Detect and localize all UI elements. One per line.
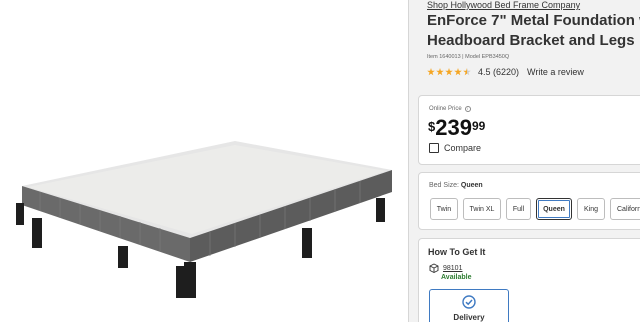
rating-count: (6220) — [493, 67, 520, 77]
bed-size-prefix: Bed Size: — [429, 182, 459, 189]
star-icon — [436, 68, 444, 76]
product-title-line1: EnForce 7" Metal Foundation with — [427, 12, 640, 29]
bed-size-label: Bed Size: Queen — [429, 182, 483, 189]
write-review-link[interactable]: Write a review — [527, 67, 584, 77]
product-title: EnForce 7" Metal Foundation with Headboa… — [427, 11, 640, 51]
half-star-icon — [463, 68, 471, 76]
price-cents: 99 — [471, 119, 486, 133]
delivery-label: Delivery — [453, 313, 485, 322]
item-model-number: Item 1640013 | Model EPB3450Q — [427, 54, 510, 60]
how-to-get-it-card: How To Get It 98101 Available Delivery — [418, 238, 640, 322]
compare-label: Compare — [444, 143, 482, 153]
size-option-king[interactable]: King — [577, 198, 605, 220]
bed-foundation-image[interactable] — [0, 0, 408, 322]
rating-summary[interactable]: 4.5 (6220) — [478, 67, 519, 77]
product-image-pane — [0, 0, 408, 322]
size-option-queen[interactable]: Queen — [536, 198, 572, 220]
check-circle-icon — [462, 295, 476, 309]
rating-value: 4.5 — [478, 67, 491, 77]
package-icon — [429, 263, 439, 273]
compare-checkbox[interactable] — [429, 143, 439, 153]
rating-row: 4.5 (6220) Write a review — [427, 66, 584, 78]
price-currency: $ — [428, 119, 436, 134]
availability-status: Available — [441, 274, 472, 281]
online-price-label: Online Price i — [429, 106, 471, 112]
size-option-twin[interactable]: Twin — [430, 198, 458, 220]
compare-row[interactable]: Compare — [429, 143, 481, 153]
star-rating[interactable] — [427, 68, 472, 76]
star-icon — [445, 68, 453, 76]
size-options: Twin Twin XL Full Queen King California — [430, 198, 640, 220]
store-link[interactable]: 98101 — [443, 265, 462, 272]
product-title-line2: Headboard Bracket and Legs — [427, 32, 635, 49]
how-to-get-it-title: How To Get It — [428, 247, 486, 257]
bed-size-selected: Queen — [460, 182, 483, 189]
store-row: 98101 — [429, 263, 462, 273]
brand-link[interactable]: Shop Hollywood Bed Frame Company — [427, 0, 580, 10]
price-card: Online Price i $ 239 99 Compare — [418, 95, 640, 165]
star-icon — [454, 68, 462, 76]
size-option-twin-xl[interactable]: Twin XL — [463, 198, 501, 220]
delivery-option[interactable]: Delivery — [429, 289, 509, 322]
price-dollars: 239 — [435, 115, 472, 140]
size-option-full[interactable]: Full — [506, 198, 531, 220]
star-icon — [427, 68, 435, 76]
info-icon[interactable]: i — [464, 106, 471, 112]
online-price-text: Online Price — [429, 106, 462, 112]
size-selector-card: Bed Size: Queen Twin Twin XL Full Queen … — [418, 172, 640, 230]
size-option-california[interactable]: California — [610, 198, 640, 220]
product-price: $ 239 99 — [428, 116, 485, 140]
